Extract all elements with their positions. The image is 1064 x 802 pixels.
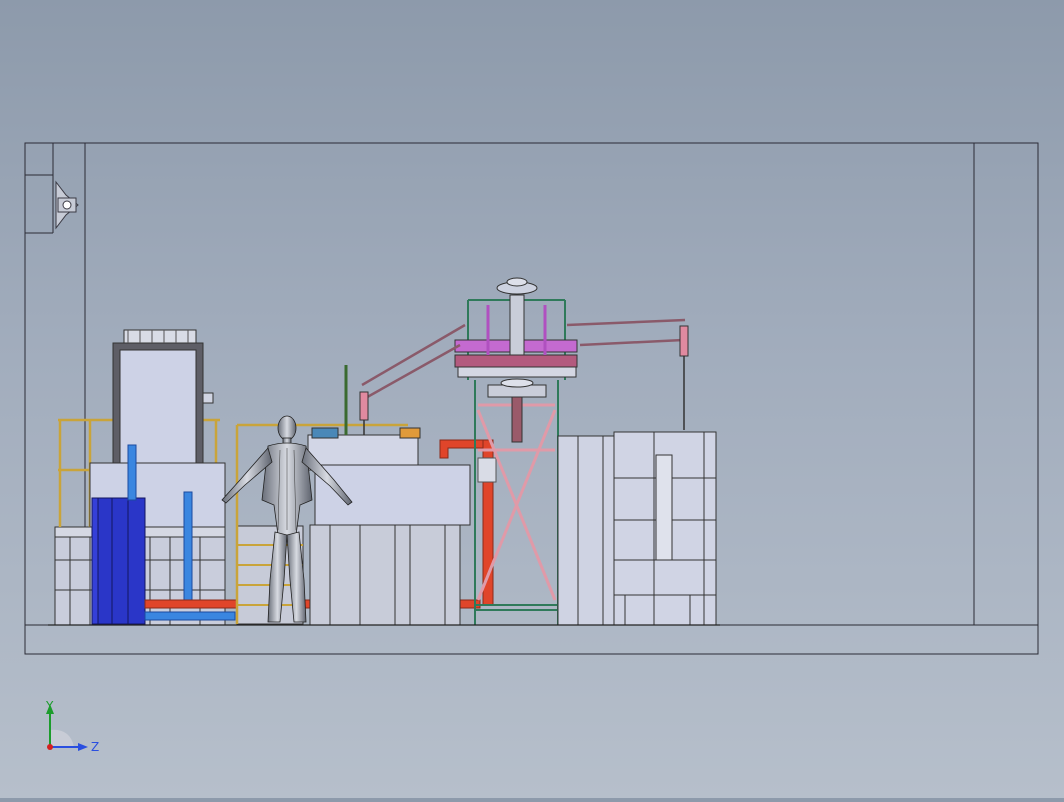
z-axis-arrowhead <box>78 743 88 751</box>
right-tanks[interactable] <box>557 431 717 626</box>
triad-plane <box>50 729 74 747</box>
cad-viewport[interactable]: Y Z <box>0 0 1064 798</box>
y-axis-label: Y <box>45 700 54 713</box>
x-axis-dot <box>47 744 53 750</box>
view-orientation-triad[interactable]: Y Z <box>36 699 106 760</box>
hopper-box[interactable] <box>89 329 226 528</box>
assembly-drawing <box>24 142 1039 655</box>
z-axis-label: Z <box>91 740 99 754</box>
plate-heat-exchanger[interactable] <box>91 497 146 625</box>
wall-fan[interactable] <box>55 180 79 230</box>
process-tank[interactable] <box>307 365 471 626</box>
